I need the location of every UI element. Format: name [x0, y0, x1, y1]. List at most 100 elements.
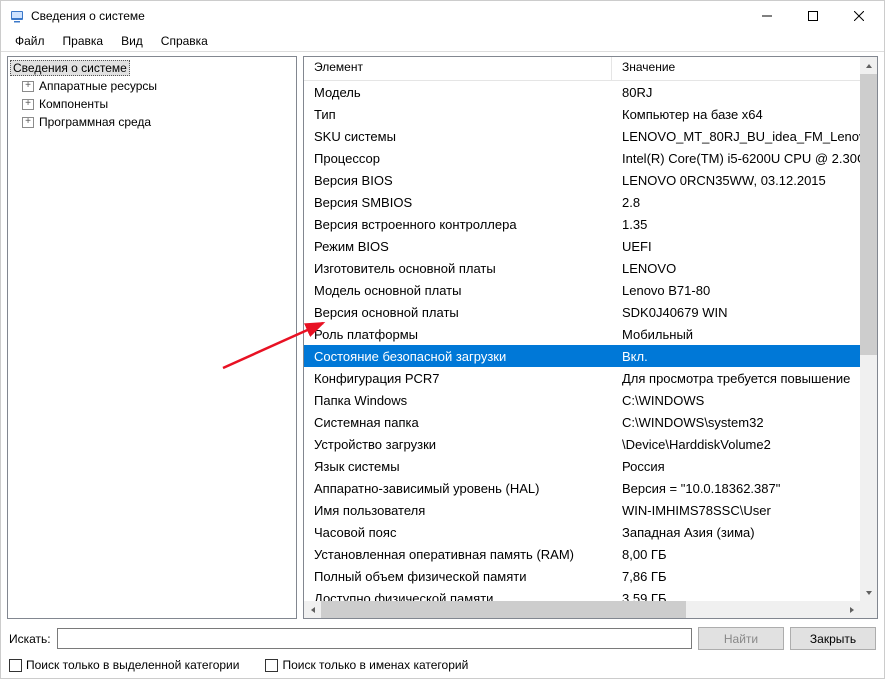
scroll-up-button[interactable] — [860, 57, 877, 74]
checkbox-selected-category[interactable]: Поиск только в выделенной категории — [9, 658, 239, 672]
hscroll-thumb[interactable] — [321, 601, 686, 618]
find-button[interactable]: Найти — [698, 627, 784, 650]
list-row[interactable]: Полный объем физической памяти7,86 ГБ — [304, 565, 860, 587]
list-row[interactable]: Режим BIOSUEFI — [304, 235, 860, 257]
list-pane: Элемент Значение Модель80RJТипКомпьютер … — [303, 56, 878, 619]
list-row[interactable]: Роль платформыМобильный — [304, 323, 860, 345]
cell-name: Конфигурация PCR7 — [304, 371, 612, 386]
cell-name: Установленная оперативная память (RAM) — [304, 547, 612, 562]
list-row[interactable]: Версия основной платыSDK0J40679 WIN — [304, 301, 860, 323]
cell-value: LENOVO_MT_80RJ_BU_idea_FM_Lenovo — [612, 129, 860, 144]
check-row: Поиск только в выделенной категории Поис… — [9, 658, 876, 672]
tree-item[interactable]: +Аппаратные ресурсы — [8, 77, 296, 95]
cell-name: Версия BIOS — [304, 173, 612, 188]
tree-item-label: Компоненты — [37, 97, 110, 111]
minimize-button[interactable] — [744, 1, 790, 31]
list-row[interactable]: Имя пользователяWIN-IMHIMS78SSC\User — [304, 499, 860, 521]
list-row[interactable]: Версия встроенного контроллера1.35 — [304, 213, 860, 235]
cell-name: Изготовитель основной платы — [304, 261, 612, 276]
search-input[interactable] — [57, 628, 692, 649]
cell-value: LENOVO 0RCN35WW, 03.12.2015 — [612, 173, 860, 188]
cell-value: 2.8 — [612, 195, 860, 210]
list-row[interactable]: Конфигурация PCR7Для просмотра требуется… — [304, 367, 860, 389]
list-header: Элемент Значение — [304, 57, 877, 81]
list-row[interactable]: Часовой поясЗападная Азия (зима) — [304, 521, 860, 543]
column-header-name[interactable]: Элемент — [304, 57, 612, 80]
cell-value: WIN-IMHIMS78SSC\User — [612, 503, 860, 518]
list-row[interactable]: Папка WindowsC:\WINDOWS — [304, 389, 860, 411]
list-row[interactable]: Аппаратно-зависимый уровень (HAL)Версия … — [304, 477, 860, 499]
list-row[interactable]: Изготовитель основной платыLENOVO — [304, 257, 860, 279]
tree-root[interactable]: Сведения о системе — [8, 59, 296, 77]
list-row[interactable]: Модель основной платыLenovo B71-80 — [304, 279, 860, 301]
vscroll-track[interactable] — [860, 74, 877, 584]
cell-name: Версия SMBIOS — [304, 195, 612, 210]
cell-name: Режим BIOS — [304, 239, 612, 254]
search-label: Искать: — [9, 632, 51, 646]
cell-name: Процессор — [304, 151, 612, 166]
list-row[interactable]: Установленная оперативная память (RAM)8,… — [304, 543, 860, 565]
tree-item-label: Программная среда — [37, 115, 153, 129]
cell-name: Версия встроенного контроллера — [304, 217, 612, 232]
cell-name: Язык системы — [304, 459, 612, 474]
cell-value: LENOVO — [612, 261, 860, 276]
vscroll-thumb[interactable] — [860, 74, 877, 355]
vertical-scrollbar[interactable] — [860, 57, 877, 601]
scroll-left-button[interactable] — [304, 601, 321, 618]
app-icon — [9, 8, 25, 24]
list-row[interactable]: Версия SMBIOS2.8 — [304, 191, 860, 213]
tree-item[interactable]: +Программная среда — [8, 113, 296, 131]
cell-name: Роль платформы — [304, 327, 612, 342]
window-title: Сведения о системе — [31, 9, 744, 23]
search-row: Искать: Найти Закрыть — [9, 627, 876, 650]
cell-value: Компьютер на базе x64 — [612, 107, 860, 122]
list-row[interactable]: SKU системыLENOVO_MT_80RJ_BU_idea_FM_Len… — [304, 125, 860, 147]
scroll-right-button[interactable] — [843, 601, 860, 618]
cell-name: Аппаратно-зависимый уровень (HAL) — [304, 481, 612, 496]
menu-edit[interactable]: Правка — [55, 32, 112, 50]
cell-value: Версия = "10.0.18362.387" — [612, 481, 860, 496]
cell-name: SKU системы — [304, 129, 612, 144]
cell-value: 7,86 ГБ — [612, 569, 860, 584]
checkbox-box-icon — [265, 659, 278, 672]
cell-name: Папка Windows — [304, 393, 612, 408]
list-row[interactable]: Системная папкаC:\WINDOWS\system32 — [304, 411, 860, 433]
expand-icon[interactable]: + — [22, 81, 34, 92]
tree-pane[interactable]: Сведения о системе +Аппаратные ресурсы+К… — [7, 56, 297, 619]
cell-value: \Device\HarddiskVolume2 — [612, 437, 860, 452]
list-row[interactable]: Модель80RJ — [304, 81, 860, 103]
horizontal-scrollbar[interactable] — [304, 601, 860, 618]
main-split: Сведения о системе +Аппаратные ресурсы+К… — [1, 51, 884, 619]
close-button[interactable] — [836, 1, 882, 31]
cell-name: Модель — [304, 85, 612, 100]
expand-icon[interactable]: + — [22, 99, 34, 110]
cell-value: 8,00 ГБ — [612, 547, 860, 562]
menu-help[interactable]: Справка — [153, 32, 216, 50]
cell-value: SDK0J40679 WIN — [612, 305, 860, 320]
close-search-button[interactable]: Закрыть — [790, 627, 876, 650]
list-row[interactable]: Язык системыРоссия — [304, 455, 860, 477]
list-row[interactable]: ТипКомпьютер на базе x64 — [304, 103, 860, 125]
list-row[interactable]: Устройство загрузки\Device\HarddiskVolum… — [304, 433, 860, 455]
cell-value: UEFI — [612, 239, 860, 254]
menu-file[interactable]: Файл — [7, 32, 53, 50]
cell-name: Устройство загрузки — [304, 437, 612, 452]
cell-name: Часовой пояс — [304, 525, 612, 540]
window-controls — [744, 1, 882, 31]
column-header-value[interactable]: Значение — [612, 57, 877, 80]
expand-icon[interactable]: + — [22, 117, 34, 128]
menu-view[interactable]: Вид — [113, 32, 151, 50]
list-row[interactable]: ПроцессорIntel(R) Core(TM) i5-6200U CPU … — [304, 147, 860, 169]
checkbox-label: Поиск только в выделенной категории — [26, 658, 239, 672]
list-body[interactable]: Модель80RJТипКомпьютер на базе x64SKU си… — [304, 81, 877, 618]
cell-name: Системная папка — [304, 415, 612, 430]
cell-value: 80RJ — [612, 85, 860, 100]
cell-value: 1.35 — [612, 217, 860, 232]
tree-item[interactable]: +Компоненты — [8, 95, 296, 113]
checkbox-category-names[interactable]: Поиск только в именах категорий — [265, 658, 468, 672]
maximize-button[interactable] — [790, 1, 836, 31]
hscroll-track[interactable] — [321, 601, 843, 618]
list-row[interactable]: Состояние безопасной загрузкиВкл. — [304, 345, 860, 367]
list-row[interactable]: Версия BIOSLENOVO 0RCN35WW, 03.12.2015 — [304, 169, 860, 191]
scroll-down-button[interactable] — [860, 584, 877, 601]
